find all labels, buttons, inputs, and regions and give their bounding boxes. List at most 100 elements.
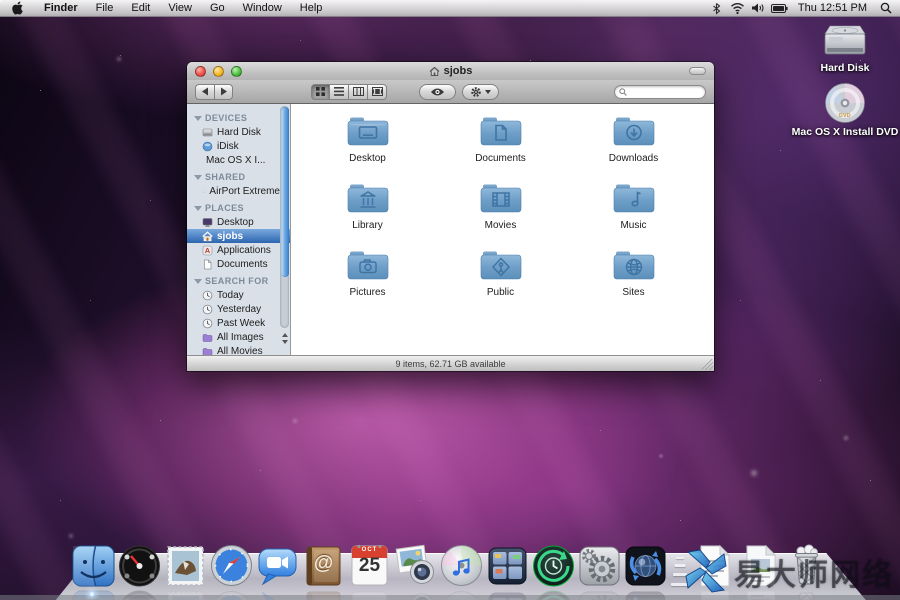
- dock-time-machine-icon[interactable]: [531, 543, 576, 588]
- action-button[interactable]: [462, 84, 499, 100]
- toolbar-toggle-pill[interactable]: [689, 67, 706, 75]
- dock-shelf-front: [0, 595, 900, 600]
- scrollbar-thumb[interactable]: [281, 107, 289, 277]
- battery-icon[interactable]: [771, 0, 788, 16]
- menu-clock[interactable]: Thu 12:51 PM: [792, 2, 873, 14]
- toolbar: [187, 80, 714, 104]
- resize-grip[interactable]: [702, 359, 713, 370]
- folder-movies[interactable]: Movies: [434, 179, 567, 246]
- sidebar-section-places[interactable]: PLACES: [187, 198, 280, 215]
- icon-view-button[interactable]: [311, 84, 330, 100]
- sidebar-item-desktop[interactable]: Desktop: [187, 215, 280, 229]
- desktop-icon-label: Mac OS X Install DVD: [790, 126, 900, 138]
- menu-item-go[interactable]: Go: [201, 0, 234, 16]
- menu-item-finder[interactable]: Finder: [35, 0, 87, 16]
- folder-documents[interactable]: Documents: [434, 112, 567, 179]
- sidebar-item-idisk[interactable]: iDisk: [187, 139, 280, 153]
- wifi-icon[interactable]: [729, 0, 746, 16]
- desktop-icon-install-dvd[interactable]: DVD Mac OS X Install DVD: [790, 82, 900, 138]
- folder-desktop[interactable]: Desktop: [301, 112, 434, 179]
- idisk-globe-icon: [202, 141, 213, 152]
- dock-sync-icon[interactable]: [623, 543, 668, 588]
- dock-separator[interactable]: [669, 543, 691, 588]
- chevron-down-icon: [485, 90, 491, 94]
- forward-button[interactable]: [214, 84, 233, 100]
- desktop-icon-label: Hard Disk: [790, 62, 900, 74]
- search-input[interactable]: [630, 87, 700, 97]
- home-mini-icon: [202, 231, 213, 242]
- menu-item-help[interactable]: Help: [291, 0, 332, 16]
- airport-base-icon: [202, 186, 205, 197]
- window-title: sjobs: [187, 65, 714, 77]
- sidebar-item-airport-extreme[interactable]: AirPort Extreme: [187, 184, 280, 198]
- volume-icon[interactable]: [750, 0, 767, 16]
- dock-downloads-stack-icon[interactable]: [738, 543, 783, 588]
- dock-trash-icon[interactable]: [784, 543, 829, 588]
- folder-pictures[interactable]: Pictures: [301, 246, 434, 313]
- coverflow-view-button[interactable]: [368, 84, 387, 100]
- bluetooth-icon[interactable]: [708, 0, 725, 16]
- folder-music[interactable]: Music: [567, 179, 700, 246]
- search-field[interactable]: [614, 85, 706, 99]
- sidebar-item-sjobs[interactable]: sjobs: [187, 229, 291, 243]
- menu-item-view[interactable]: View: [159, 0, 201, 16]
- dock-documents-stack-icon[interactable]: [692, 543, 737, 588]
- spotlight-icon[interactable]: [877, 0, 894, 16]
- menu-item-file[interactable]: File: [87, 0, 123, 16]
- sidebar-section-search-for[interactable]: SEARCH FOR: [187, 271, 280, 288]
- dock-mail-icon[interactable]: [163, 543, 208, 588]
- dock-safari-icon[interactable]: [209, 543, 254, 588]
- dock-dashboard-icon[interactable]: [117, 543, 162, 588]
- folder-icon: [478, 179, 524, 219]
- sidebar: DEVICES Hard Disk iDisk Mac OS X I...: [187, 104, 291, 355]
- disclosure-triangle-icon: [194, 279, 202, 284]
- scroll-up-icon[interactable]: [282, 333, 288, 337]
- menu-item-edit[interactable]: Edit: [122, 0, 159, 16]
- folder-icon: [611, 112, 657, 152]
- scrollbar-arrows[interactable]: [280, 329, 289, 347]
- sidebar-item-applications[interactable]: A Applications: [187, 243, 280, 257]
- dock-system-preferences-icon[interactable]: [577, 543, 622, 588]
- sidebar-item-all-images[interactable]: All Images: [187, 330, 280, 344]
- folder-icon: [345, 112, 391, 152]
- quick-look-button[interactable]: [419, 84, 456, 100]
- finder-window: sjobs: [187, 62, 714, 371]
- smart-folder-icon: [202, 346, 213, 356]
- folder-sites[interactable]: Sites: [567, 246, 700, 313]
- dock-address-book-icon[interactable]: @: [301, 543, 346, 588]
- column-view-button[interactable]: [349, 84, 368, 100]
- menu-item-window[interactable]: Window: [234, 0, 291, 16]
- dock-ichat-icon[interactable]: [255, 543, 300, 588]
- folder-downloads[interactable]: Downloads: [567, 112, 700, 179]
- desktop-mini-icon: [202, 217, 213, 228]
- dock-ical-icon[interactable]: OCT 25: [347, 543, 392, 588]
- apple-menu[interactable]: [0, 1, 35, 15]
- dvd-disc-text: DVD: [822, 113, 868, 119]
- dock-spaces-icon[interactable]: [485, 543, 530, 588]
- list-view-button[interactable]: [330, 84, 349, 100]
- sidebar-item-hard-disk[interactable]: Hard Disk: [187, 125, 280, 139]
- sidebar-item-all-movies[interactable]: All Movies: [187, 344, 280, 355]
- clock-icon: [202, 318, 213, 329]
- document-page-icon: [202, 259, 213, 270]
- sidebar-item-past-week[interactable]: Past Week: [187, 316, 280, 330]
- sidebar-scrollbar[interactable]: [280, 106, 289, 328]
- clock-icon: [202, 290, 213, 301]
- dock-finder-icon[interactable]: [71, 543, 116, 588]
- sidebar-item-documents[interactable]: Documents: [187, 257, 280, 271]
- sidebar-section-devices[interactable]: DEVICES: [187, 108, 280, 125]
- sidebar-item-yesterday[interactable]: Yesterday: [187, 302, 280, 316]
- sidebar-item-today[interactable]: Today: [187, 288, 280, 302]
- sidebar-item-mac-os-x-install[interactable]: Mac OS X I...: [187, 153, 280, 167]
- folder-public[interactable]: Public: [434, 246, 567, 313]
- at-glyph: @: [301, 552, 346, 575]
- dock-itunes-icon[interactable]: [439, 543, 484, 588]
- desktop-icon-hard-disk[interactable]: Hard Disk: [790, 22, 900, 74]
- ical-month-text: OCT: [347, 547, 392, 553]
- sidebar-section-shared[interactable]: SHARED: [187, 167, 280, 184]
- title-bar[interactable]: sjobs: [187, 62, 714, 80]
- scroll-down-icon[interactable]: [282, 340, 288, 344]
- dock-iphoto-icon[interactable]: [393, 543, 438, 588]
- folder-library[interactable]: Library: [301, 179, 434, 246]
- back-button[interactable]: [195, 84, 214, 100]
